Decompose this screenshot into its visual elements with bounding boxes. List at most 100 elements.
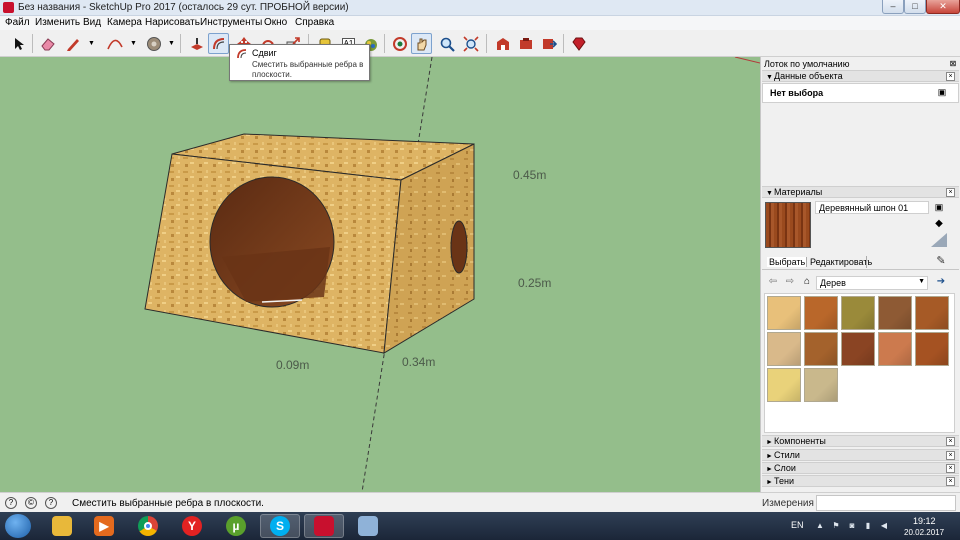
orbit-icon[interactable] [389,33,410,54]
taskbar-chrome[interactable] [128,514,168,538]
shadows-header[interactable]: ►Тени × [762,475,959,487]
menu-help[interactable]: Справка [295,17,334,28]
materials-header[interactable]: ▼Материалы × [762,186,959,198]
sample-paint-icon[interactable]: ◆ [933,218,945,230]
ruby-icon[interactable] [568,33,589,54]
material-name-field[interactable]: Деревянный шпон 01 [815,201,929,214]
details-arrow-icon[interactable]: ➔ [935,276,947,288]
taskbar-skype[interactable]: S [260,514,300,538]
pin-icon[interactable]: ⊠ [947,58,959,70]
arc-dropdown-icon[interactable]: ▼ [130,40,137,47]
menu-tools[interactable]: Инструменты [200,17,262,28]
material-swatch[interactable] [915,296,949,330]
close-panel-icon[interactable]: × [946,188,955,197]
push-pull-icon[interactable] [186,33,207,54]
menu-draw[interactable]: Нарисовать [145,17,200,28]
components-header[interactable]: ►Компоненты × [762,435,959,447]
pan-icon[interactable] [411,33,432,54]
side-port-hole[interactable] [450,220,468,274]
menu-window[interactable]: Окно [264,17,287,28]
material-swatch[interactable] [841,296,875,330]
extension-icon[interactable] [515,33,536,54]
material-swatch[interactable] [767,332,801,366]
styles-header[interactable]: ►Стили × [762,449,959,461]
network-icon[interactable]: ▮ [863,521,873,531]
back-arrow-icon[interactable]: ⇦ [767,276,779,288]
pencil-dropdown-icon[interactable]: ▼ [88,40,95,47]
library-select[interactable]: Дерев ▼ [816,276,928,290]
arc-icon[interactable] [104,33,125,54]
taskbar-media-player[interactable]: ▶ [84,514,124,538]
menu-file[interactable]: Файл [5,17,30,28]
dimension-depth[interactable]: 0.34m [402,355,435,369]
measurements-input[interactable] [816,495,956,511]
zoom-extents-icon[interactable] [460,33,481,54]
tray-app-icon[interactable]: ◙ [847,521,857,531]
warehouse-icon[interactable] [492,33,513,54]
entity-detail-toggle-icon[interactable]: ▣ [936,86,948,98]
close-panel-icon[interactable]: × [946,477,955,486]
menu-view[interactable]: Вид [83,17,101,28]
menu-camera[interactable]: Камера [107,17,142,28]
dimension-width-front[interactable]: 0.09m [276,358,309,372]
home-icon[interactable]: ⌂ [801,276,813,288]
eyedropper-icon[interactable]: ✎ [935,255,947,267]
dimension-height-side[interactable]: 0.25m [518,276,551,290]
start-button[interactable] [5,514,31,538]
help-icon[interactable]: ? [45,497,57,509]
material-swatch[interactable] [878,296,912,330]
close-panel-icon[interactable]: × [946,437,955,446]
tray-expand-icon[interactable]: ▲ [815,521,825,531]
material-swatch[interactable] [804,368,838,402]
minimize-button[interactable]: ‒ [882,0,904,14]
tray-flag-icon[interactable]: ⚑ [831,521,841,531]
expand-corner-icon[interactable] [931,233,947,247]
shape-dropdown-icon[interactable]: ▼ [168,40,175,47]
tooltip-description: Сместить выбранные ребра в плоскости. [252,60,364,79]
layers-header[interactable]: ►Слои × [762,462,959,474]
material-swatch[interactable] [767,296,801,330]
paint-bucket-icon[interactable] [143,33,164,54]
create-material-icon[interactable]: ▣ [933,201,945,213]
entity-info-header[interactable]: ▼Данные объекта × [762,70,959,82]
close-panel-icon[interactable]: × [946,451,955,460]
dimension-height-top[interactable]: 0.45m [513,168,546,182]
material-swatch[interactable] [841,332,875,366]
select-icon[interactable] [8,33,29,54]
tooltip-title: Сдвиг [252,48,277,58]
offset-icon[interactable] [208,33,229,54]
maximize-button[interactable]: □ [904,0,926,14]
entity-info-value: Нет выбора [770,88,824,98]
clock-time[interactable]: 19:12 [913,516,936,526]
material-swatch[interactable] [767,368,801,402]
taskbar-explorer[interactable] [42,514,82,538]
sketchup-app-icon[interactable] [3,2,14,13]
close-panel-icon[interactable]: × [946,464,955,473]
taskbar-utorrent[interactable]: µ [216,514,256,538]
taskbar-yandex[interactable]: Y [172,514,212,538]
close-button[interactable]: ✕ [926,0,960,14]
send-icon[interactable] [538,33,559,54]
clock-date[interactable]: 20.02.2017 [904,528,944,537]
volume-icon[interactable]: ◀ [879,521,889,531]
material-swatch[interactable] [915,332,949,366]
eraser-icon[interactable] [37,33,58,54]
tab-edit[interactable]: Редактировать [806,257,872,267]
close-panel-icon[interactable]: × [946,72,955,81]
menu-edit[interactable]: Изменить [35,17,80,28]
forward-arrow-icon[interactable]: ⇨ [784,276,796,288]
pencil-icon[interactable] [62,33,83,54]
geolocation-icon[interactable]: ? [5,497,17,509]
zoom-icon[interactable] [436,33,457,54]
entity-info-title: Данные объекта [774,71,843,81]
taskbar-sketchup[interactable] [304,514,344,538]
tab-select[interactable]: Выбрать [767,257,808,267]
taskbar-paint[interactable] [348,514,388,538]
material-swatch[interactable] [804,332,838,366]
credits-icon[interactable]: © [25,497,37,509]
current-material-swatch[interactable] [765,202,811,248]
drawing-viewport[interactable]: 0.45m 0.25m 0.09m 0.34m [0,57,760,492]
material-swatch[interactable] [878,332,912,366]
material-swatch[interactable] [804,296,838,330]
language-indicator[interactable]: EN [791,520,804,530]
